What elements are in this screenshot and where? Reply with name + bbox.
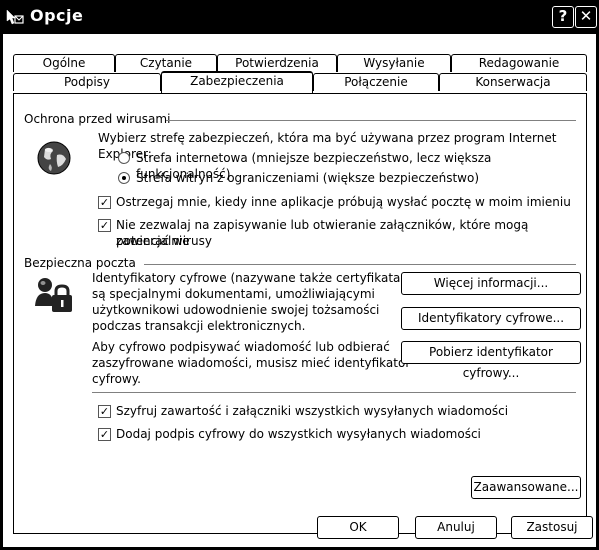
lock-person-icon <box>35 278 72 312</box>
zone-restricted-radio[interactable] <box>118 172 130 184</box>
digital-id-desc-2: są specjalnymi dokumentami, umożliwiając… <box>92 287 375 301</box>
tab-connection[interactable]: Połączenie <box>313 73 439 91</box>
more-info-button[interactable]: Więcej informacji... <box>401 272 581 295</box>
get-digital-id-button[interactable]: Pobierz identyfikator cyfrowy... <box>401 341 581 380</box>
sign-label[interactable]: Dodaj podpis cyfrowy do wszystkich wysył… <box>116 426 481 442</box>
advanced-button[interactable]: Zaawansowane... <box>471 476 581 499</box>
security-tab-panel: Ochrona przed wirusami Wybierz strefę za… <box>13 93 587 534</box>
mail-options-separator <box>92 392 576 393</box>
dialog-client: Ogólne Czytanie Potwierdzenia Wysyłanie … <box>3 34 596 547</box>
warn-send-label[interactable]: Ostrzegaj mnie, kiedy inne aplikacje pró… <box>116 194 571 210</box>
digital-id-desc-3: użytkownikowi udowodnienie swojej tożsam… <box>92 303 380 317</box>
encrypt-label[interactable]: Szyfruj zawartość i załączniki wszystkic… <box>116 403 508 419</box>
tab-maintenance[interactable]: Konserwacja <box>439 73 587 91</box>
ok-button[interactable]: OK <box>317 516 399 539</box>
block-attachments-checkbox[interactable]: ✓ <box>98 219 111 232</box>
globe-icon <box>37 141 71 175</box>
tab-read[interactable]: Czytanie <box>115 54 217 72</box>
tab-general[interactable]: Ogólne <box>13 54 115 72</box>
help-button[interactable]: ? <box>552 6 574 28</box>
virus-protection-label: Ochrona przed wirusami <box>24 112 171 126</box>
window-title: Opcje <box>30 6 84 25</box>
secure-mail-label: Bezpieczna poczta <box>24 256 136 270</box>
warn-send-checkbox[interactable]: ✓ <box>98 196 111 209</box>
tab-compose[interactable]: Redagowanie <box>451 54 587 72</box>
zone-restricted-label[interactable]: Strefa witryn z ograniczeniami (większe … <box>136 170 479 186</box>
zone-internet-radio[interactable] <box>118 152 130 164</box>
tab-send[interactable]: Wysyłanie <box>337 54 451 72</box>
block-attachments-label-2[interactable]: zawierać wirusy <box>116 233 212 249</box>
sign-checkbox[interactable]: ✓ <box>98 428 111 441</box>
options-window: Opcje ? ✕ Ogólne Czytanie Potwierdzenia … <box>0 0 599 550</box>
sign-requirement-desc-2: zaszyfrowane wiadomości, musisz mieć ide… <box>92 356 411 370</box>
outlook-options-icon <box>6 9 24 25</box>
tab-signatures[interactable]: Podpisy <box>13 73 161 91</box>
apply-button[interactable]: Zastosuj <box>511 516 593 539</box>
digital-id-desc-4: podczas transakcji elektronicznych. <box>92 319 306 333</box>
sign-requirement-desc-3: cyfrowy. <box>92 372 141 386</box>
title-bar[interactable]: Opcje ? ✕ <box>0 0 599 34</box>
digital-ids-button[interactable]: Identyfikatory cyfrowe... <box>401 307 581 330</box>
sign-requirement-desc-1: Aby cyfrowo podpisywać wiadomość lub odb… <box>92 340 390 354</box>
mail-group-separator <box>144 264 576 265</box>
tab-security[interactable]: Zabezpieczenia <box>161 71 313 93</box>
close-button[interactable]: ✕ <box>575 6 597 28</box>
cancel-button[interactable]: Anuluj <box>415 516 497 539</box>
virus-group-separator <box>166 120 576 121</box>
encrypt-checkbox[interactable]: ✓ <box>98 405 111 418</box>
digital-id-desc-1: Identyfikatory cyfrowe (nazywane także c… <box>92 271 421 285</box>
tab-receipts[interactable]: Potwierdzenia <box>217 54 337 72</box>
